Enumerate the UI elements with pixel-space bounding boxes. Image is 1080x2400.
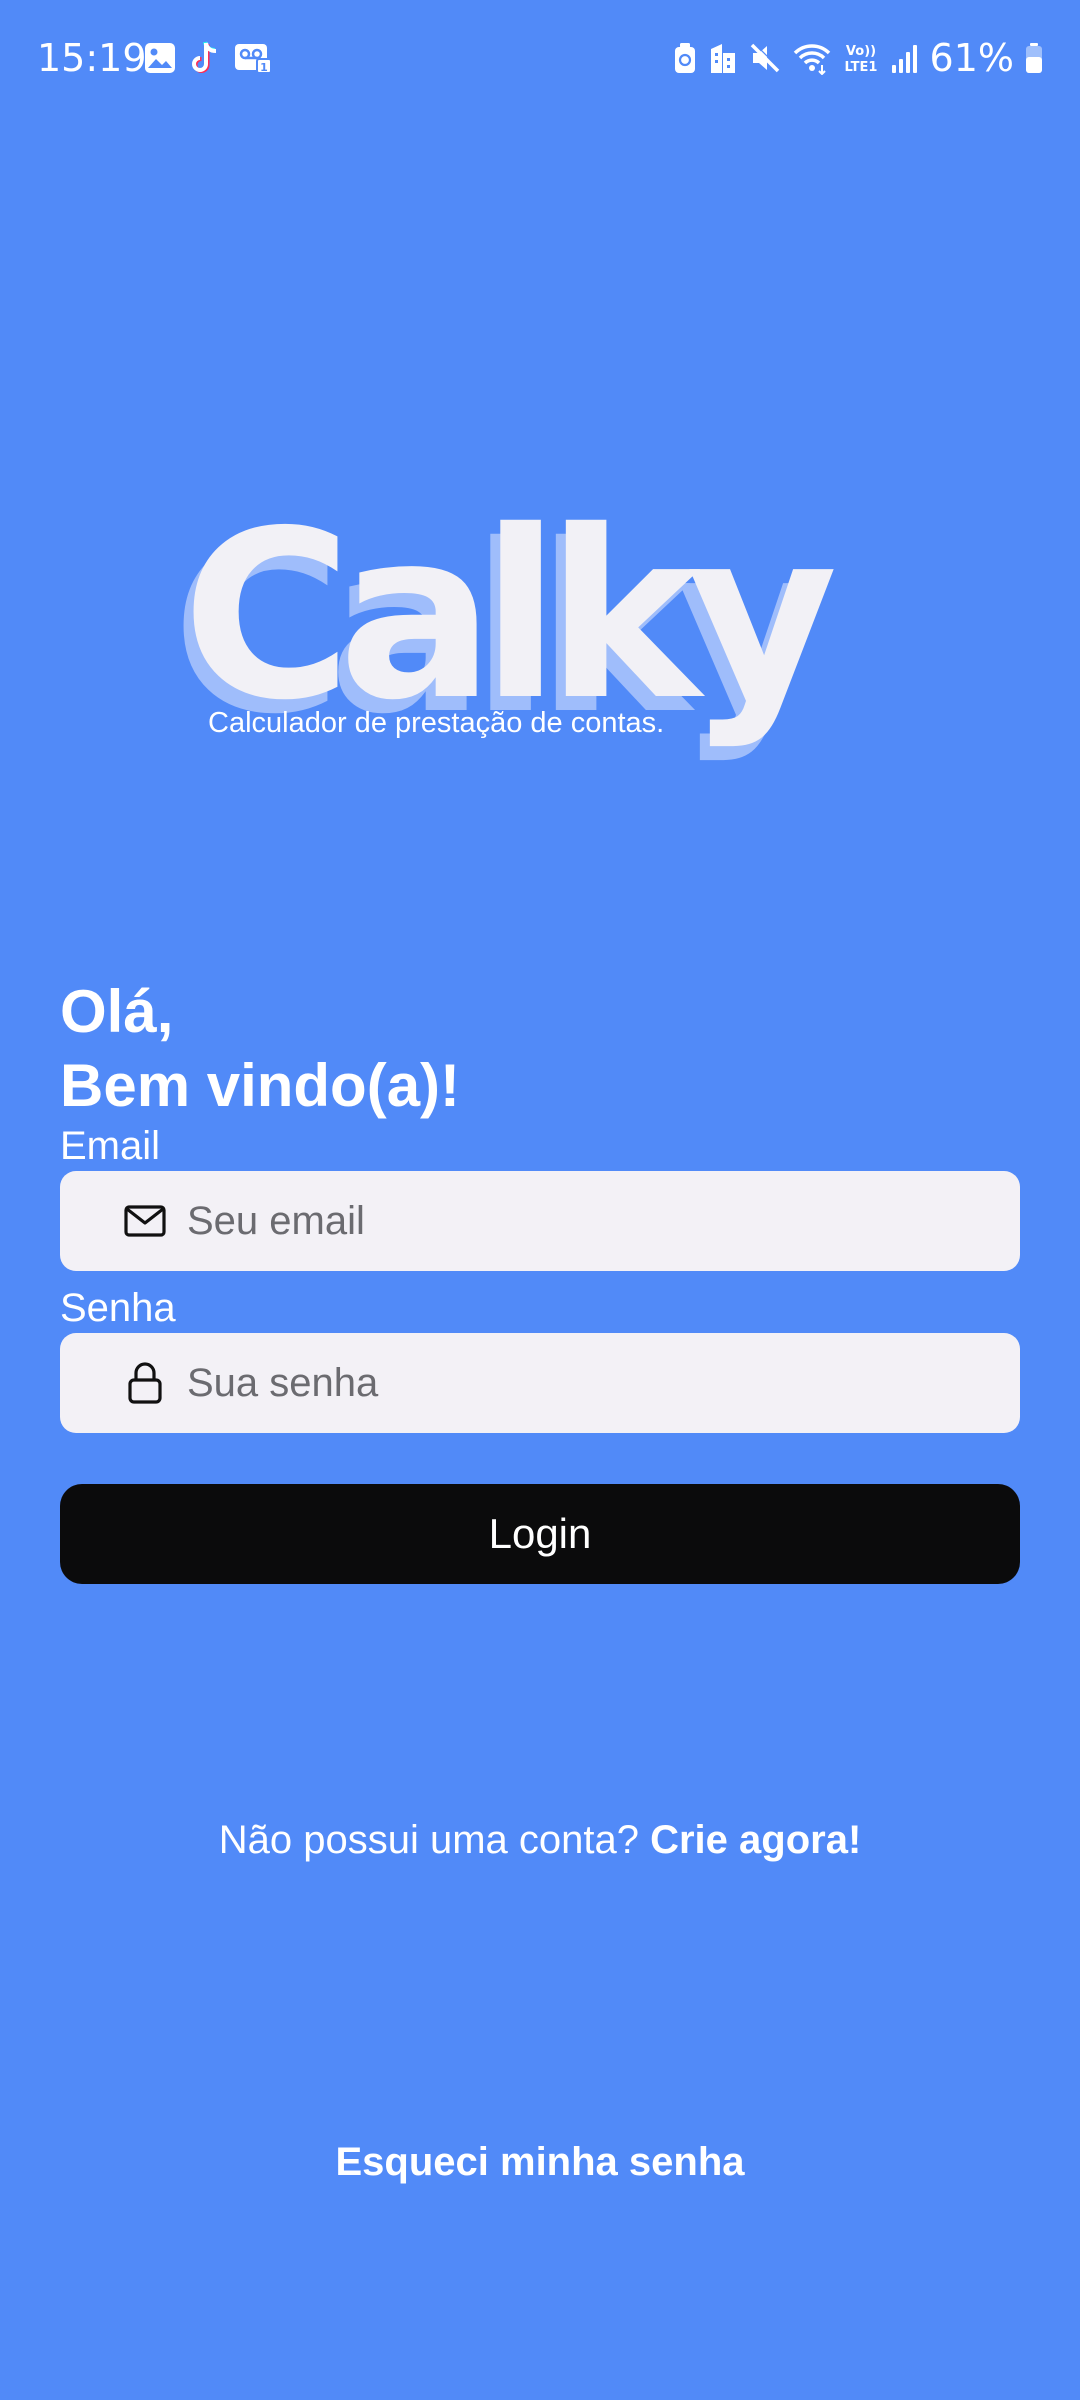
volte-icon: Vo)) LTE1 — [844, 44, 877, 75]
greeting-line-2: Bem vindo(a)! — [60, 1052, 461, 1119]
mail-icon — [119, 1195, 171, 1247]
email-field[interactable] — [60, 1171, 1020, 1271]
greeting: Olá, Bem vindo(a)! — [60, 975, 460, 1123]
lock-icon — [119, 1357, 171, 1409]
svg-text:1: 1 — [260, 61, 268, 74]
status-right: Vo)) LTE1 61% — [672, 36, 1044, 80]
volte-bottom-label: LTE1 — [844, 60, 877, 75]
status-bar: 15:19 1 Vo)) LTE1 61% — [0, 0, 1080, 118]
password-input[interactable] — [187, 1333, 987, 1433]
greeting-line-1: Olá, — [60, 978, 174, 1045]
login-button[interactable]: Login — [60, 1484, 1020, 1584]
recycle-icon — [674, 43, 695, 73]
email-input[interactable] — [187, 1171, 987, 1271]
password-field[interactable] — [60, 1333, 1020, 1433]
logo-tagline: Calculador de prestação de contas. — [208, 707, 665, 739]
signup-prompt: Não possui uma conta? — [218, 1818, 651, 1862]
status-left-icons: 1 — [143, 40, 273, 76]
status-time: 15:19 — [37, 36, 147, 80]
signup-link[interactable]: Crie agora! — [650, 1818, 861, 1862]
volte-top-label: Vo)) — [845, 44, 875, 59]
password-label: Senha — [60, 1286, 176, 1330]
tiktok-icon — [192, 41, 217, 73]
signup-row: Não possui uma conta? Crie agora! — [0, 1812, 1080, 1868]
signal-icon — [891, 45, 917, 73]
email-label: Email — [60, 1124, 161, 1168]
gallery-icon — [145, 43, 175, 73]
forgot-password-link[interactable]: Esqueci minha senha — [0, 2134, 1080, 2190]
voicemail-icon: 1 — [235, 44, 272, 74]
logo-text: Calky — [182, 481, 838, 751]
battery-percent: 61% — [929, 36, 1014, 80]
building-icon — [710, 44, 735, 73]
battery-icon — [1026, 43, 1042, 73]
mute-icon — [750, 42, 780, 73]
wifi-icon — [793, 44, 830, 75]
